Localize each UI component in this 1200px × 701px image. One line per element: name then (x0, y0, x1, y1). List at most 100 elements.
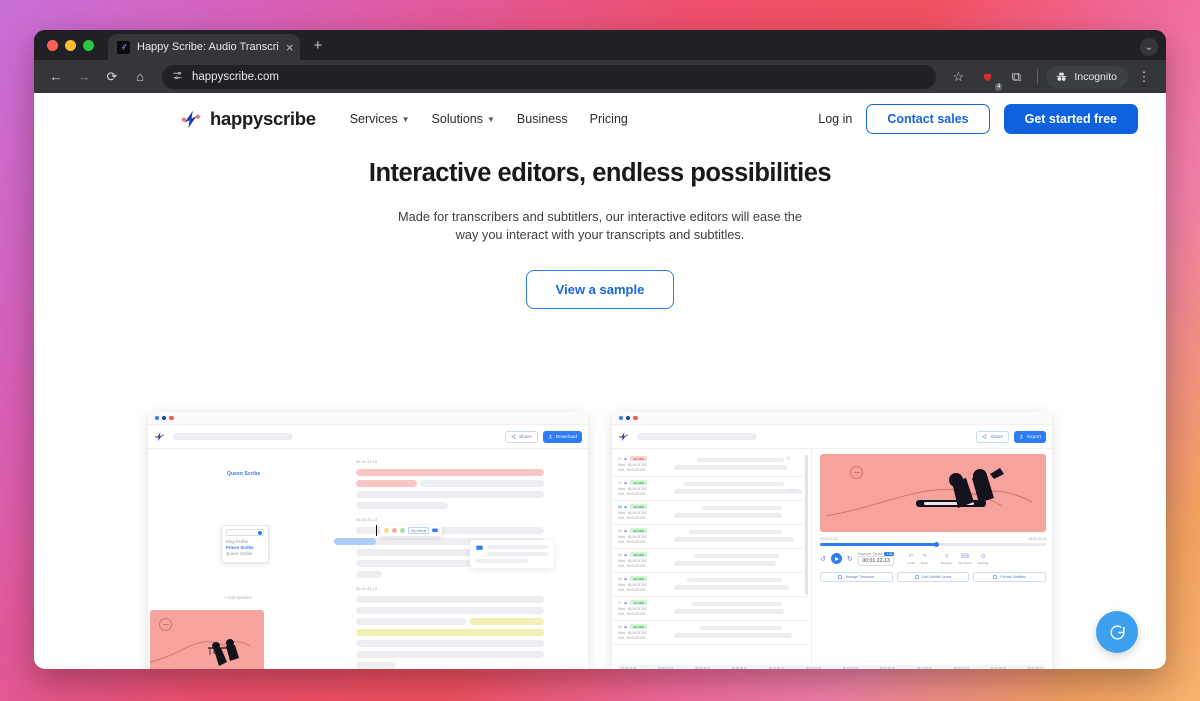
login-link[interactable]: Log in (818, 112, 852, 126)
manage-timecode-button[interactable]: Manage Timecode (820, 571, 893, 582)
table-row[interactable]: 08 ▶ 26 CPS Start 00:00:03.230 End 00:00:0… (612, 621, 808, 645)
document-title-field[interactable] (637, 433, 757, 440)
merge-split-controls[interactable]: ◅ ▻ (788, 487, 796, 492)
transcript-line[interactable] (356, 662, 396, 669)
shortcuts-button[interactable]: ⌨ Shortcuts (958, 553, 971, 565)
highlight-toolbar[interactable]: My Words (380, 525, 443, 536)
table-row[interactable]: 06 ▶ 22 CPS Start 00:00:03.230 End 00:00:0… (612, 573, 808, 597)
play-segment-icon[interactable]: ▶ (625, 505, 628, 509)
nav-item-services[interactable]: Services ▼ (350, 112, 410, 126)
table-row[interactable]: 07 ▶ 15 CPS Start 00:00:03.230 End 00:00:0… (612, 597, 808, 621)
highlight-yellow-swatch[interactable] (384, 528, 389, 533)
transcript-line[interactable] (420, 480, 544, 487)
comment-icon[interactable] (432, 528, 438, 533)
play-segment-icon[interactable]: ▶ (625, 601, 628, 605)
highlight-pink-swatch[interactable] (392, 528, 397, 533)
edit-subtitle-levels-button[interactable]: Edit Subtitle Levels (896, 571, 970, 582)
nav-item-business[interactable]: Business (517, 112, 568, 126)
merge-icon[interactable]: ◅ (788, 487, 791, 492)
document-title-field[interactable] (173, 433, 293, 440)
format-subtitles-button[interactable]: Format Subtitles (973, 571, 1047, 582)
video-seek[interactable]: 00:01:22.13 00:01:22.13 (820, 537, 1046, 547)
subtitle-text[interactable] (674, 458, 802, 473)
subtitle-text[interactable] (674, 482, 802, 497)
transcript-line[interactable] (356, 651, 544, 658)
browser-tab[interactable]: Happy Scribe: Audio Transcri × (108, 34, 301, 60)
video-preview[interactable] (820, 454, 1046, 532)
transcript-line[interactable] (356, 502, 448, 509)
download-button[interactable]: Download (542, 430, 582, 443)
help-chat-button[interactable] (1096, 611, 1138, 653)
maximize-window-button[interactable] (83, 40, 94, 51)
subtitle-list[interactable]: 01 ▶ 40 CPS Start 00:00:03.230 End 00:00:0… (612, 449, 808, 665)
transcript-line[interactable] (356, 607, 544, 614)
subtitle-text[interactable] (674, 554, 802, 569)
play-segment-icon[interactable]: ▶ (625, 529, 628, 533)
forward-icon[interactable]: ↻ (847, 555, 853, 563)
extensions-icon[interactable]: 4 (974, 64, 1003, 91)
rewind-icon[interactable]: ↺ (820, 555, 826, 563)
subtitle-list-scrollbar[interactable] (805, 455, 808, 595)
timeline-ruler[interactable]: 00:00:20.01 00:00:30.01 00:00:40.01 00:0… (618, 665, 1046, 669)
site-logo[interactable]: happyscribe (180, 108, 316, 130)
transcript-line-highlight[interactable] (356, 629, 544, 636)
add-speaker-button[interactable]: + Add Speaker (224, 595, 252, 600)
address-bar[interactable]: happyscribe.com (162, 64, 937, 89)
play-segment-icon[interactable]: ▶ (625, 457, 628, 461)
subtitle-text[interactable] (674, 626, 802, 641)
nav-item-solutions[interactable]: Solutions ▼ (432, 112, 495, 126)
undo-button[interactable]: ↶ Undo (907, 553, 914, 565)
new-tab-button[interactable]: + (313, 37, 322, 54)
table-row[interactable]: 01 ▶ 40 CPS Start 00:00:03.230 End 00:00:0… (612, 453, 808, 477)
settings-gear-icon[interactable]: ⚙ (786, 456, 790, 462)
table-row[interactable]: 05 ▶ 18 CPS Start 00:00:03.230 End 00:00:0… (612, 549, 808, 573)
playback-speed-control[interactable]: Playback Speed 1.0x 00:01:22.13 (857, 551, 895, 566)
replace-button[interactable]: ⚲ Replace (941, 553, 952, 565)
subtitle-text[interactable] (674, 602, 802, 617)
subtitle-editor-mockup[interactable]: Share Export 01 ▶ 40 CPS Start 00:00:03.… (612, 412, 1052, 669)
speaker-label[interactable]: Queen Scribe (227, 471, 260, 477)
share-button[interactable]: Share (976, 430, 1010, 443)
chevron-down-icon[interactable]: ⌄ (1140, 38, 1158, 56)
play-segment-icon[interactable]: ▶ (625, 553, 628, 557)
table-row[interactable]: 04 ▶ 34 CPS Start 00:00:03.230 End 00:00:0… (612, 525, 808, 549)
highlight-green-swatch[interactable] (400, 528, 405, 533)
transcript-line-highlight[interactable] (470, 618, 544, 625)
speaker-search-input[interactable] (226, 529, 264, 536)
nav-item-pricing[interactable]: Pricing (590, 112, 628, 126)
table-row[interactable]: 03 ▶ 10 CPS Start 00:00:03.230 End 00:00:0… (612, 501, 808, 525)
back-icon[interactable]: ← (43, 64, 69, 90)
transcript-line[interactable] (356, 469, 544, 476)
selected-text-range[interactable] (334, 538, 376, 545)
transcript-line[interactable] (356, 618, 466, 625)
split-screen-icon[interactable]: ⧉ (1003, 64, 1029, 90)
transcript-line[interactable] (356, 491, 544, 498)
redo-button[interactable]: ↷ Redo (921, 553, 928, 565)
dropdown-option[interactable]: Queen Scribe (226, 551, 264, 557)
play-button[interactable] (830, 553, 842, 565)
clear-icon[interactable] (258, 531, 262, 535)
incognito-profile-button[interactable]: Incognito (1046, 65, 1128, 88)
playback-speed-value[interactable]: 1.0x (884, 551, 895, 556)
close-tab-icon[interactable]: × (286, 41, 294, 54)
subtitle-text[interactable] (674, 530, 802, 545)
video-thumbnail[interactable] (150, 610, 264, 669)
contact-sales-button[interactable]: Contact sales (866, 104, 990, 134)
export-button[interactable]: Export (1014, 430, 1046, 443)
view-a-sample-button[interactable]: View a sample (526, 270, 674, 310)
home-icon[interactable]: ⌂ (127, 64, 153, 90)
subtitle-text[interactable] (674, 578, 802, 593)
speaker-select-dropdown[interactable]: King Scribe Prince Scribe Queen Scribe (221, 525, 269, 563)
play-segment-icon[interactable]: ▶ (625, 481, 628, 485)
my-words-tag[interactable]: My Words (408, 527, 430, 534)
transcript-line[interactable] (356, 480, 417, 487)
forward-icon[interactable]: → (71, 64, 97, 90)
close-window-button[interactable] (47, 40, 58, 51)
minimize-window-button[interactable] (65, 40, 76, 51)
play-segment-icon[interactable]: ▶ (625, 625, 628, 629)
comment-card[interactable] (470, 540, 554, 568)
video-seek-handle[interactable] (934, 541, 940, 547)
tune-icon[interactable] (172, 70, 183, 84)
get-started-free-button[interactable]: Get started free (1003, 104, 1138, 134)
reload-icon[interactable]: ⟳ (99, 64, 125, 90)
